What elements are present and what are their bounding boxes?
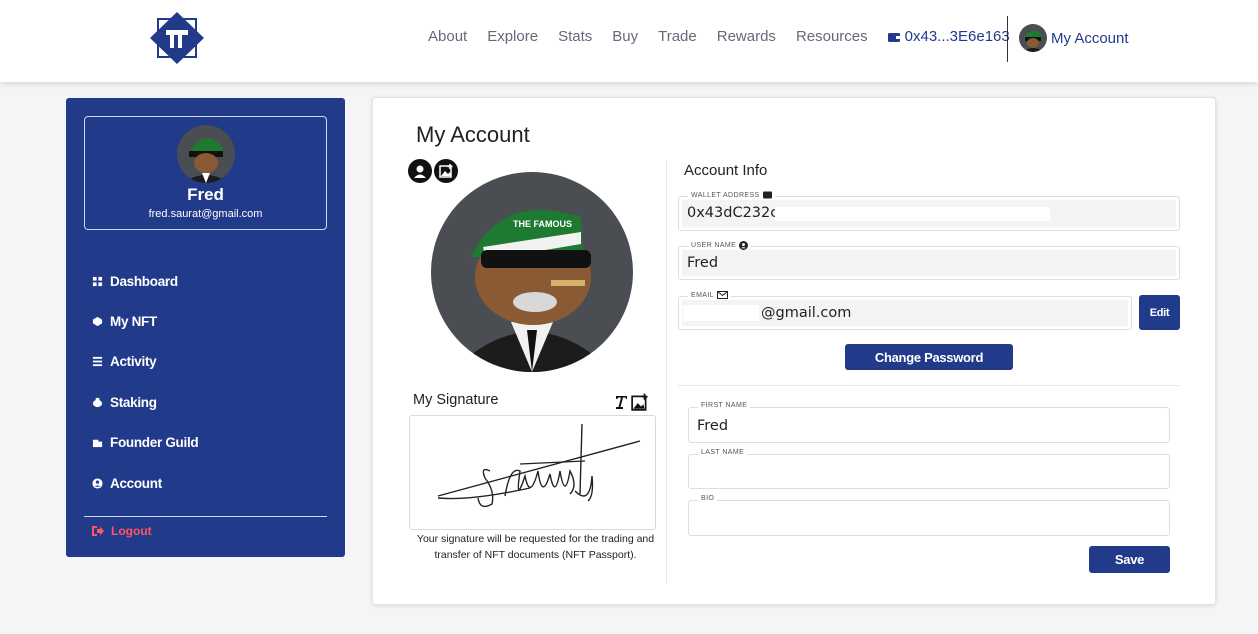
sidebar-item-account[interactable]: Account — [92, 463, 198, 503]
wallet-address-label: WALLET ADDRESS — [691, 191, 760, 199]
nav-explore[interactable]: Explore — [487, 28, 538, 45]
change-password-button[interactable]: Change Password — [845, 344, 1013, 370]
sidebar-item-staking[interactable]: Staking — [92, 382, 198, 422]
nav-buy[interactable]: Buy — [612, 28, 638, 45]
main-nav: About Explore Stats Buy Trade Rewards Re… — [428, 28, 1010, 45]
signature-drawing — [437, 423, 641, 508]
sidebar-item-label: My NFT — [110, 314, 157, 330]
sidebar-item-label: Staking — [110, 394, 157, 410]
nav-resources[interactable]: Resources — [796, 28, 868, 45]
signature-pad[interactable] — [409, 415, 656, 530]
top-navbar: About Explore Stats Buy Trade Rewards Re… — [0, 0, 1258, 82]
activity-icon — [92, 357, 103, 367]
sidebar: Fred fred.saurat@gmail.com Dashboard My … — [66, 98, 345, 557]
wallet-address-short: 0x43...3E6e163 — [904, 28, 1010, 45]
nav-rewards[interactable]: Rewards — [717, 28, 776, 45]
sidebar-item-label: Dashboard — [110, 273, 178, 289]
logout-button[interactable]: Logout — [91, 524, 152, 538]
section-divider — [678, 385, 1180, 386]
username-label: USER NAME — [691, 242, 737, 249]
upload-image-button[interactable] — [434, 159, 458, 183]
avatar-badge-text: THE FAMOUS — [513, 219, 572, 229]
sidebar-item-label: Account — [110, 475, 162, 491]
nft-icon — [92, 316, 103, 327]
my-account-label: My Account — [1051, 29, 1129, 47]
sidebar-item-founder-guild[interactable]: Founder Guild — [92, 423, 199, 463]
user-email: fred.saurat@gmail.com — [148, 208, 263, 220]
profile-summary: Fred fred.saurat@gmail.com — [84, 116, 327, 230]
nav-about[interactable]: About — [428, 28, 467, 45]
column-divider — [666, 160, 667, 584]
signature-tools — [614, 393, 649, 411]
wallet-address-value: 0x43dC232c — [687, 205, 779, 221]
account-card: My Account THE FAMOUS My Signature Your … — [372, 97, 1216, 605]
profile-avatar-image: THE FAMOUS — [431, 172, 633, 372]
nav-trade[interactable]: Trade — [658, 28, 697, 45]
email-value: @gmail.com — [761, 305, 852, 321]
dashboard-icon — [92, 276, 103, 286]
sidebar-item-dashboard[interactable]: Dashboard — [92, 261, 198, 301]
avatar — [177, 125, 235, 183]
redaction — [775, 207, 1050, 221]
my-account-link[interactable]: My Account — [1019, 24, 1129, 52]
username-field[interactable]: USER NAME Fred — [678, 241, 1180, 280]
first-name-label: FIRST NAME — [698, 402, 751, 409]
redaction — [683, 305, 759, 321]
sidebar-item-label: Activity — [110, 354, 157, 370]
wallet-button[interactable]: 0x43...3E6e163 — [887, 28, 1010, 45]
logout-icon — [92, 526, 104, 536]
first-name-value: Fred — [697, 418, 729, 434]
bio-label: BIO — [698, 495, 718, 502]
email-label: EMAIL — [691, 291, 715, 299]
avatar-select-button[interactable] — [408, 159, 432, 183]
sidebar-menu: Dashboard My NFT Activity Staking Founde… — [92, 261, 199, 503]
signature-title: My Signature — [413, 392, 499, 408]
sidebar-item-activity[interactable]: Activity — [92, 342, 198, 382]
text-type-icon[interactable] — [614, 394, 628, 410]
brand-logo[interactable] — [148, 10, 206, 66]
account-info-title: Account Info — [684, 162, 768, 179]
first-name-field[interactable]: FIRST NAME Fred — [688, 402, 1170, 443]
nav-stats[interactable]: Stats — [558, 28, 592, 45]
add-image-icon — [439, 164, 453, 178]
wallet-icon — [762, 191, 772, 199]
email-field[interactable]: EMAIL @gmail.com — [678, 291, 1132, 330]
header-divider — [1007, 16, 1008, 62]
wallet-icon — [887, 32, 900, 42]
avatar-icon — [414, 165, 426, 178]
sidebar-item-label: Founder Guild — [110, 435, 199, 451]
wallet-address-field[interactable]: WALLET ADDRESS 0x43dC232c — [678, 191, 1180, 231]
edit-email-button[interactable]: Edit — [1139, 295, 1180, 330]
staking-icon — [92, 397, 103, 407]
user-icon — [92, 478, 103, 489]
last-name-field[interactable]: LAST NAME — [688, 449, 1170, 489]
bio-field[interactable]: BIO — [688, 495, 1170, 536]
last-name-label: LAST NAME — [698, 449, 748, 456]
logout-label: Logout — [111, 524, 152, 538]
avatar — [1019, 24, 1047, 52]
user-icon — [739, 241, 749, 250]
sidebar-divider — [84, 516, 327, 517]
sidebar-item-my-nft[interactable]: My NFT — [92, 301, 198, 341]
envelope-icon — [717, 291, 729, 299]
save-button[interactable]: Save — [1089, 546, 1170, 573]
page-title: My Account — [416, 122, 530, 147]
guild-icon — [92, 440, 103, 448]
add-image-icon[interactable] — [631, 393, 649, 411]
user-name: Fred — [187, 185, 224, 204]
signature-note: Your signature will be requested for the… — [416, 533, 655, 561]
username-value: Fred — [687, 255, 719, 271]
